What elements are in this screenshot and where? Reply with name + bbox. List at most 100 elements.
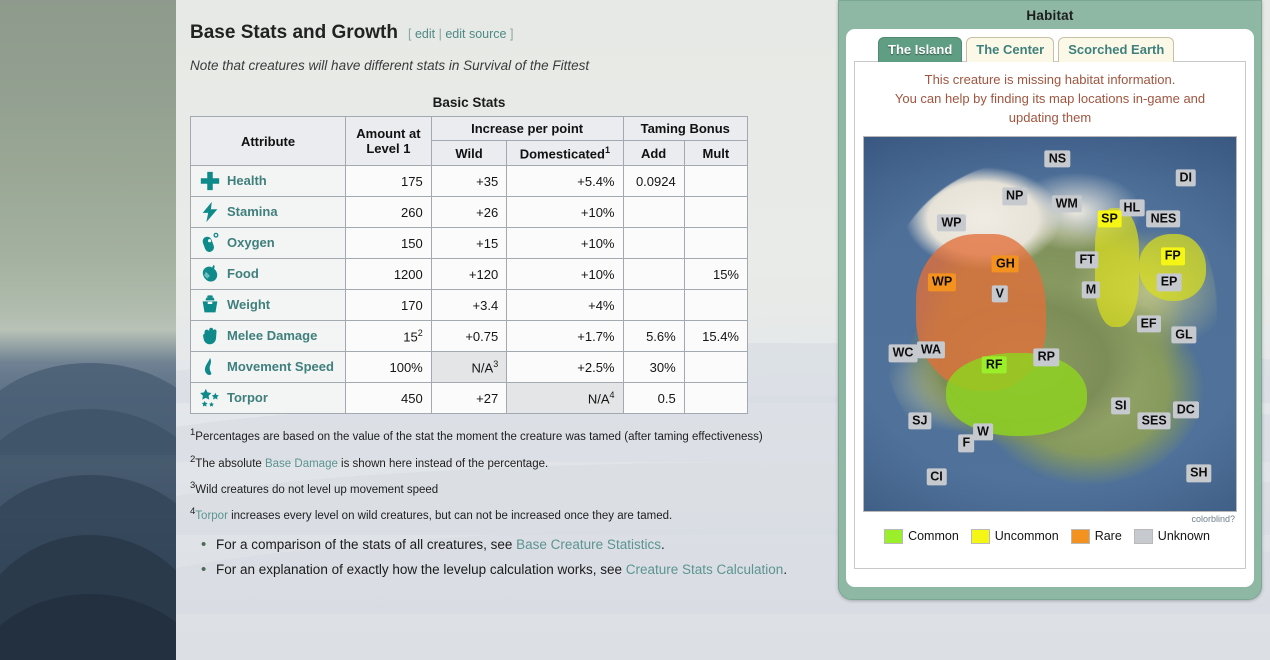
cell-domesticated: N/A4 — [506, 382, 624, 415]
food-icon — [199, 263, 221, 285]
map-label-rf[interactable]: RF — [981, 355, 1007, 374]
habitat-title: Habitat — [1026, 8, 1074, 23]
tab-the-center[interactable]: The Center — [966, 37, 1055, 62]
map-label-sj[interactable]: SJ — [908, 412, 932, 430]
legend-item: Uncommon — [970, 528, 1059, 544]
attribute-label: Torpor — [227, 390, 268, 406]
map-label-ses[interactable]: SES — [1137, 412, 1171, 430]
cell-domesticated: +4% — [506, 289, 624, 322]
map-label-np[interactable]: NP — [1001, 187, 1028, 206]
colorblind-link[interactable]: colorblind? — [863, 512, 1237, 524]
map-label-dc[interactable]: DC — [1172, 400, 1199, 419]
legend-label: Unknown — [1157, 529, 1210, 544]
cell-add: 0.5 — [622, 382, 685, 415]
legend-label: Rare — [1094, 529, 1122, 544]
map-label-v[interactable]: V — [991, 284, 1008, 303]
footnote-link[interactable]: Base Damage — [265, 457, 338, 469]
map-label-gh[interactable]: GH — [991, 255, 1019, 273]
col-amount-line2: Level 1 — [366, 141, 411, 157]
legend-item: Common — [884, 528, 959, 544]
footnote: 1Percentages are based on the value of t… — [190, 427, 790, 444]
map-label-hl[interactable]: HL — [1119, 198, 1145, 217]
cell-amount: 170 — [345, 289, 432, 322]
legend-item: Unknown — [1133, 528, 1210, 544]
map-label-sp[interactable]: SP — [1097, 210, 1122, 228]
list-item: For an explanation of exactly how the le… — [201, 561, 840, 578]
footnote-marker: 4 — [609, 390, 615, 401]
weight-icon — [199, 294, 221, 316]
cell-mult — [683, 382, 749, 415]
map-label-ef[interactable]: EF — [1136, 314, 1161, 333]
cell-mult: 15.4% — [683, 320, 749, 353]
cell-domesticated: +1.7% — [506, 320, 624, 353]
footnote-marker: 3 — [493, 359, 499, 370]
cell-mult — [683, 227, 749, 260]
list-item-link[interactable]: Creature Stats Calculation — [626, 562, 784, 577]
map-label-wp[interactable]: WP — [937, 213, 966, 232]
notice-line: You can help by finding its map location… — [894, 90, 1206, 106]
edit-source-link[interactable]: edit source — [445, 27, 506, 41]
habitat-tabs: The Island The Center Scorched Earth — [854, 37, 1246, 62]
table-row: Torpor 450 +27 N/A4 0.5 — [189, 382, 749, 415]
legend-swatch — [970, 528, 990, 544]
footnote-link[interactable]: Torpor — [195, 510, 228, 522]
map-label-m[interactable]: M — [1081, 281, 1101, 299]
tab-the-island[interactable]: The Island — [878, 37, 963, 62]
edit-links: [ edit | edit source ] — [408, 27, 513, 41]
island-map[interactable]: NS DI NP WM HL SP NES WP FP GH FT EP WP M V EF GL WA WC RP R… — [863, 135, 1237, 512]
map-label-ft[interactable]: FT — [1075, 251, 1099, 269]
table-row: Oxygen 150 +15 +10% — [189, 227, 749, 260]
col-taming-bonus: Taming Bonus — [622, 116, 748, 141]
cell-domesticated: +2.5% — [506, 351, 624, 384]
map-label-sh[interactable]: SH — [1186, 464, 1212, 482]
map-label-wa[interactable]: WA — [916, 341, 946, 359]
link-separator: | — [438, 27, 442, 41]
edit-link[interactable]: edit — [415, 27, 435, 41]
tab-scorched-earth[interactable]: Scorched Earth — [1058, 37, 1175, 62]
cell-wild: +15 — [430, 227, 508, 260]
cell-wild: N/A3 — [430, 351, 508, 384]
map-legend: Common Uncommon Rare Unknown — [863, 528, 1237, 544]
notice-line: This creature is missing habitat informa… — [924, 72, 1176, 87]
bracket-open: [ — [408, 27, 412, 41]
map-label-si[interactable]: SI — [1110, 397, 1131, 415]
bracket-close: ] — [509, 27, 514, 41]
map-label-ci[interactable]: CI — [926, 468, 947, 486]
col-domesticated: Domesticated1 — [506, 139, 624, 167]
map-label-wm[interactable]: WM — [1051, 195, 1082, 213]
list-item-text: For a comparison of the stats of all cre… — [216, 537, 517, 553]
map-label-di[interactable]: DI — [1175, 168, 1197, 187]
legend-label: Common — [908, 529, 959, 544]
cell-mult — [683, 165, 749, 198]
footnote-text: Wild creatures do not level up movement … — [195, 483, 439, 496]
legend-swatch — [1070, 528, 1090, 544]
map-label-f[interactable]: F — [958, 434, 975, 452]
health-icon — [199, 170, 221, 192]
table-row: Melee Damage 152 +0.75 +1.7% 5.6% 15.4% — [189, 320, 749, 353]
footnote-text: The absolute — [195, 457, 265, 470]
map-label-w[interactable]: W — [973, 423, 993, 441]
cell-amount: 152 — [345, 320, 432, 353]
map-label-ep[interactable]: EP — [1156, 273, 1182, 292]
map-label-wp[interactable]: WP — [928, 273, 957, 292]
map-label-ns[interactable]: NS — [1044, 150, 1071, 168]
sotf-note: Note that creatures will have different … — [190, 58, 590, 73]
cell-amount: 260 — [345, 196, 432, 229]
legend-label: Uncommon — [994, 529, 1059, 544]
table-row: Movement Speed 100% N/A3 +2.5% 30% — [189, 351, 749, 384]
map-label-fp[interactable]: FP — [1160, 247, 1185, 265]
cell-mult — [683, 289, 749, 322]
attribute-label: Melee Damage — [227, 328, 318, 344]
list-item: For a comparison of the stats of all cre… — [201, 536, 840, 553]
map-label-rp[interactable]: RP — [1033, 348, 1059, 366]
map-label-nes[interactable]: NES — [1146, 210, 1181, 228]
cell-domesticated: +10% — [506, 258, 624, 291]
cell-amount: 100% — [345, 351, 432, 384]
map-label-gl[interactable]: GL — [1171, 326, 1197, 344]
list-item-link[interactable]: Base Creature Statistics — [516, 537, 661, 552]
cell-amount: 450 — [345, 382, 432, 415]
cell-attribute: Weight — [189, 289, 347, 322]
cell-add: 0.0924 — [622, 165, 685, 198]
legend-item: Rare — [1070, 528, 1122, 544]
map-label-wc[interactable]: WC — [888, 344, 918, 363]
